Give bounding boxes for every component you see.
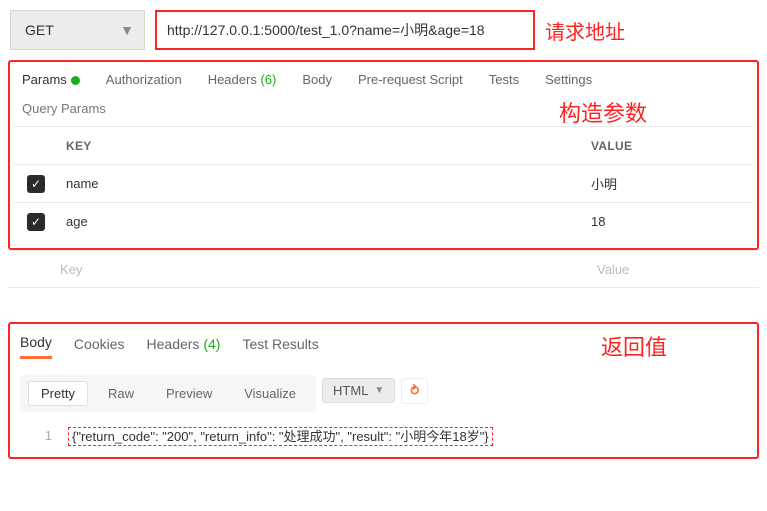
tab-headers-label: Headers bbox=[208, 72, 257, 87]
response-format-value: HTML bbox=[333, 383, 368, 398]
request-top-bar: GET ▼ http://127.0.0.1:5000/test_1.0?nam… bbox=[0, 0, 767, 60]
query-header-row: KEY VALUE bbox=[14, 126, 753, 164]
dot-icon bbox=[71, 76, 80, 85]
response-format-select[interactable]: HTML ▼ bbox=[322, 378, 395, 403]
tab-body[interactable]: Body bbox=[302, 72, 332, 87]
param-value-input[interactable]: 小明 bbox=[583, 174, 753, 193]
wrap-lines-icon[interactable]: ⥁ bbox=[401, 378, 428, 404]
annotation-params: 构造参数 bbox=[559, 96, 647, 128]
tab-headers[interactable]: Headers (6) bbox=[208, 72, 277, 87]
table-row-placeholder: Key Value bbox=[8, 250, 759, 288]
view-visualize-button[interactable]: Visualize bbox=[232, 382, 308, 405]
resp-tab-testresults[interactable]: Test Results bbox=[242, 336, 318, 358]
param-checkbox[interactable]: ✓ bbox=[27, 175, 45, 193]
response-body-line: 1 {"return_code": "200", "return_info": … bbox=[20, 412, 747, 449]
tab-tests[interactable]: Tests bbox=[489, 72, 519, 87]
param-key-placeholder[interactable]: Key bbox=[52, 262, 589, 277]
table-row: ✓ name 小明 bbox=[14, 164, 753, 202]
request-url-input[interactable]: http://127.0.0.1:5000/test_1.0?name=小明&a… bbox=[155, 10, 535, 50]
request-panel: 构造参数 Params Authorization Headers (6) Bo… bbox=[8, 60, 759, 250]
http-method-select[interactable]: GET ▼ bbox=[10, 10, 145, 50]
param-checkbox[interactable]: ✓ bbox=[27, 213, 45, 231]
col-key-header: KEY bbox=[58, 139, 583, 153]
view-raw-button[interactable]: Raw bbox=[96, 382, 146, 405]
resp-tab-body[interactable]: Body bbox=[20, 334, 52, 359]
resp-tab-cookies[interactable]: Cookies bbox=[74, 336, 125, 358]
headers-count: (6) bbox=[260, 72, 276, 87]
resp-tab-headers[interactable]: Headers (4) bbox=[147, 336, 221, 358]
tab-authorization[interactable]: Authorization bbox=[106, 72, 182, 87]
param-value-placeholder[interactable]: Value bbox=[589, 262, 759, 277]
response-panel: 返回值 Body Cookies Headers (4) Test Result… bbox=[8, 322, 759, 459]
response-view-toolbar: Pretty Raw Preview Visualize bbox=[20, 375, 316, 412]
view-pretty-button[interactable]: Pretty bbox=[28, 381, 88, 406]
resp-tab-headers-label: Headers bbox=[147, 336, 200, 352]
param-key-input[interactable]: age bbox=[58, 214, 583, 229]
tab-params-label: Params bbox=[22, 72, 67, 87]
chevron-down-icon: ▼ bbox=[374, 385, 384, 396]
chevron-down-icon: ▼ bbox=[120, 22, 134, 38]
http-method-value: GET bbox=[25, 22, 54, 38]
request-tabs: Params Authorization Headers (6) Body Pr… bbox=[14, 66, 753, 97]
tab-prerequest[interactable]: Pre-request Script bbox=[358, 72, 463, 87]
line-number: 1 bbox=[36, 428, 52, 443]
resp-headers-count: (4) bbox=[203, 336, 220, 352]
view-preview-button[interactable]: Preview bbox=[154, 382, 224, 405]
tab-params[interactable]: Params bbox=[22, 72, 80, 87]
param-value-input[interactable]: 18 bbox=[583, 214, 753, 229]
param-key-input[interactable]: name bbox=[58, 176, 583, 191]
annotation-response: 返回值 bbox=[601, 330, 667, 362]
tab-settings[interactable]: Settings bbox=[545, 72, 592, 87]
request-url-text: http://127.0.0.1:5000/test_1.0?name=小明&a… bbox=[167, 20, 485, 40]
annotation-url: 请求地址 bbox=[545, 16, 625, 45]
table-row: ✓ age 18 bbox=[14, 202, 753, 240]
col-value-header: VALUE bbox=[583, 139, 753, 153]
response-body-text: {"return_code": "200", "return_info": "处… bbox=[68, 427, 493, 446]
